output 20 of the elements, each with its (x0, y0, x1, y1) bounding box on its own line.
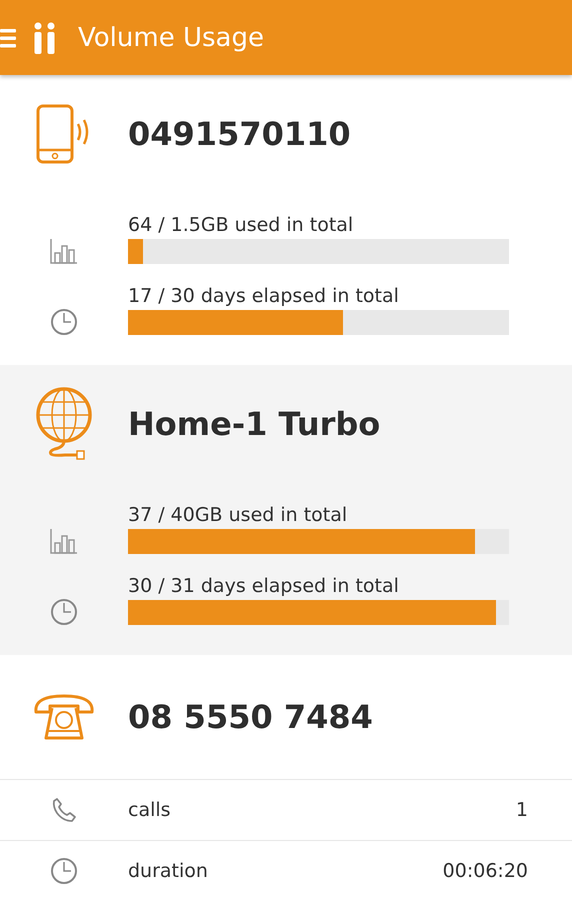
clock-icon (50, 857, 78, 885)
usage-label: 17 / 30 days elapsed in total (128, 285, 400, 307)
service-title: 0491570110 (128, 115, 351, 153)
service-title: Home-1 Turbo (128, 405, 380, 443)
bar-chart-icon (50, 238, 78, 264)
stat-label: duration (128, 860, 209, 882)
service-title: 08 5550 7484 (128, 698, 373, 736)
stat-value: 1 (516, 799, 528, 821)
stat-value: 00:06:20 (442, 860, 528, 882)
stat-label: calls (128, 799, 172, 821)
clock-icon (50, 308, 78, 336)
bar-chart-icon (50, 528, 78, 554)
globe-icon (35, 387, 93, 461)
app-title: Volume Usage (78, 22, 264, 52)
logo-icon (34, 22, 56, 54)
phone-handset-icon (51, 797, 77, 823)
clock-icon (50, 598, 78, 626)
usage-label: 30 / 31 days elapsed in total (128, 575, 400, 597)
usage-label: 37 / 40GB used in total (128, 504, 348, 526)
usage-label: 64 / 1.5GB used in total (128, 214, 354, 236)
